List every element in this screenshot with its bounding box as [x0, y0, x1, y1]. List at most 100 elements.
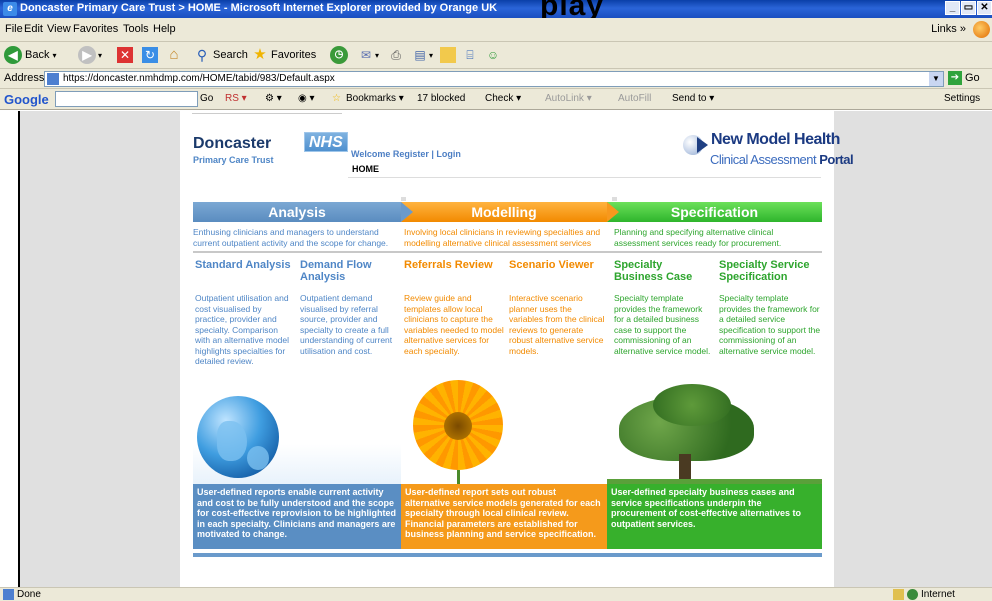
brand-subtitle: Primary Care Trust	[193, 155, 274, 165]
chevron-down-icon: ▾	[429, 50, 434, 60]
phase-modelling[interactable]: Modelling	[401, 202, 607, 222]
phase-specification[interactable]: Specification	[607, 202, 822, 222]
back-button[interactable]: ◀ Back ▾	[4, 45, 56, 65]
refresh-button[interactable]: ↻	[142, 45, 158, 65]
edit-button[interactable]: ▤ ▾	[412, 45, 433, 65]
bookmarks-star-icon: ☆	[332, 93, 341, 104]
referrals-review-link[interactable]: Referrals Review	[404, 259, 508, 271]
phase-connector	[612, 197, 617, 201]
search-button[interactable]: ⚲ Search	[194, 45, 248, 65]
spellcheck-button[interactable]: Check ▾	[485, 93, 521, 104]
maximize-button[interactable]: ▭	[961, 1, 976, 15]
folder-icon	[440, 47, 456, 63]
settings-button[interactable]: Settings	[944, 93, 980, 104]
scenario-viewer-link[interactable]: Scenario Viewer	[509, 259, 607, 271]
web-page: Doncaster NHS Primary Care Trust Welcome…	[180, 111, 854, 587]
menu-help[interactable]: Help	[153, 23, 176, 35]
menu-view[interactable]: View	[47, 23, 71, 35]
menu-edit[interactable]: Edit	[24, 23, 43, 35]
settings-label: Settings	[944, 93, 981, 104]
phase-analysis[interactable]: Analysis	[193, 202, 401, 222]
new-model-health-logo: New Model Health Clinical Assessment Por…	[683, 131, 854, 175]
stop-button[interactable]: ✕	[117, 45, 133, 65]
go-button[interactable]: ➔ Go	[948, 71, 980, 85]
search-label: Search	[213, 49, 248, 61]
favorites-button[interactable]: ★ Favorites	[252, 45, 316, 65]
modelling-description: Involving local clinicians in reviewing …	[404, 227, 601, 248]
mail-button[interactable]: ✉ ▾	[358, 45, 379, 65]
breadcrumb[interactable]: HOME	[352, 164, 379, 174]
google-go-label: Go	[200, 93, 214, 104]
history-icon: ◷	[330, 46, 348, 64]
autofill-label: AutoFill	[618, 93, 652, 104]
mail-icon: ✉	[360, 48, 372, 62]
popup-blocker-button[interactable]: 17 blocked	[417, 93, 465, 104]
specialty-service-specification-link[interactable]: Specialty Service Specification	[719, 259, 824, 283]
menu-favorites[interactable]: Favorites	[73, 23, 118, 35]
search-icon: ⚲	[196, 47, 208, 63]
referrals-review-description: Review guide and templates allow local c…	[404, 293, 504, 356]
favorites-label: Favorites	[271, 49, 317, 61]
close-button[interactable]: ✕	[977, 1, 992, 15]
window-title: Doncaster Primary Care Trust > HOME - Mi…	[20, 2, 498, 14]
autolink-button[interactable]: AutoLink ▾	[545, 93, 592, 104]
autofill-button[interactable]: AutoFill	[618, 93, 651, 104]
pagerank-icon[interactable]: ⚙ ▾	[265, 93, 282, 104]
nmh-subtitle: Clinical Assessment Portal	[710, 152, 854, 167]
page-done-icon	[3, 589, 14, 600]
security-zone[interactable]: Internet	[893, 589, 955, 600]
bookmarks-label: Bookmarks	[346, 93, 397, 104]
discuss-button[interactable]	[440, 45, 456, 65]
google-search-input[interactable]	[55, 91, 198, 107]
brand-name[interactable]: Doncaster	[193, 135, 271, 153]
forward-button[interactable]: ▶ ▾	[78, 45, 102, 65]
minimize-button[interactable]: _	[945, 1, 960, 15]
footer-rule	[193, 553, 822, 557]
standard-toolbar: ◀ Back ▾ ▶ ▾ ✕ ↻ ⌂ ⚲ Search ★ Favorites …	[0, 42, 992, 69]
specification-description: Planning and specifying alternative clin…	[614, 227, 782, 248]
news-icon[interactable]: ◉ ▾	[298, 93, 315, 104]
history-button[interactable]: ◷	[330, 45, 348, 65]
menu-bar: File Edit View Favorites Tools Help Link…	[0, 18, 992, 42]
analysis-summary: User-defined reports enable current acti…	[193, 484, 401, 549]
demand-flow-analysis-link[interactable]: Demand Flow Analysis	[300, 259, 400, 283]
lock-icon	[893, 589, 904, 600]
analysis-description: Enthusing clinicians and managers to und…	[193, 227, 389, 248]
google-logo[interactable]: Google	[4, 92, 49, 107]
globe-image	[193, 384, 401, 484]
go-arrow-icon: ➔	[948, 71, 962, 85]
specialty-business-case-link[interactable]: Specialty Business Case	[614, 259, 714, 283]
menu-tools[interactable]: Tools	[123, 23, 149, 35]
demand-flow-description: Outpatient demand visualised by referral…	[300, 293, 393, 356]
welcome-links[interactable]: Welcome Register | Login	[351, 149, 461, 159]
research-icon: ⌸	[466, 48, 474, 62]
address-input[interactable]: https://doncaster.nmhdmp.com/HOME/tabid/…	[44, 71, 944, 87]
nmh-subtitle-a: Clinical Assessment	[710, 152, 820, 167]
google-toolbar: Google Go RS ▾ ⚙ ▾ ◉ ▾ ☆ Bookmarks ▾ 17 …	[0, 89, 992, 110]
forward-arrow-icon: ▶	[78, 46, 96, 64]
edit-icon: ▤	[414, 48, 426, 62]
chevron-down-icon: ▾	[98, 50, 103, 60]
bookmarks-button[interactable]: Bookmarks ▾	[346, 93, 404, 104]
messenger-icon: ☺	[486, 48, 500, 62]
home-icon: ⌂	[169, 46, 179, 63]
page-icon	[47, 73, 59, 85]
arrow-icon	[697, 137, 708, 153]
chevron-right-icon	[401, 202, 413, 222]
send-to-button[interactable]: Send to ▾	[672, 93, 714, 104]
messenger-button[interactable]: ☺	[485, 45, 501, 65]
google-go-button[interactable]: Go	[200, 93, 213, 104]
rs-button[interactable]: RS ▾	[225, 93, 247, 104]
print-button[interactable]: ⎙	[388, 45, 404, 65]
home-button[interactable]: ⌂	[166, 45, 182, 65]
stop-icon: ✕	[117, 47, 133, 63]
chevron-down-icon[interactable]: ▼	[929, 72, 943, 86]
ie-icon: e	[3, 2, 17, 16]
links-button[interactable]: Links »	[931, 23, 966, 35]
links-label: Links	[931, 23, 957, 35]
check-label: Check	[485, 93, 514, 104]
standard-analysis-link[interactable]: Standard Analysis	[195, 259, 303, 271]
menu-file[interactable]: File	[5, 23, 23, 35]
research-button[interactable]: ⌸	[462, 45, 478, 65]
tree-canopy	[653, 384, 731, 426]
